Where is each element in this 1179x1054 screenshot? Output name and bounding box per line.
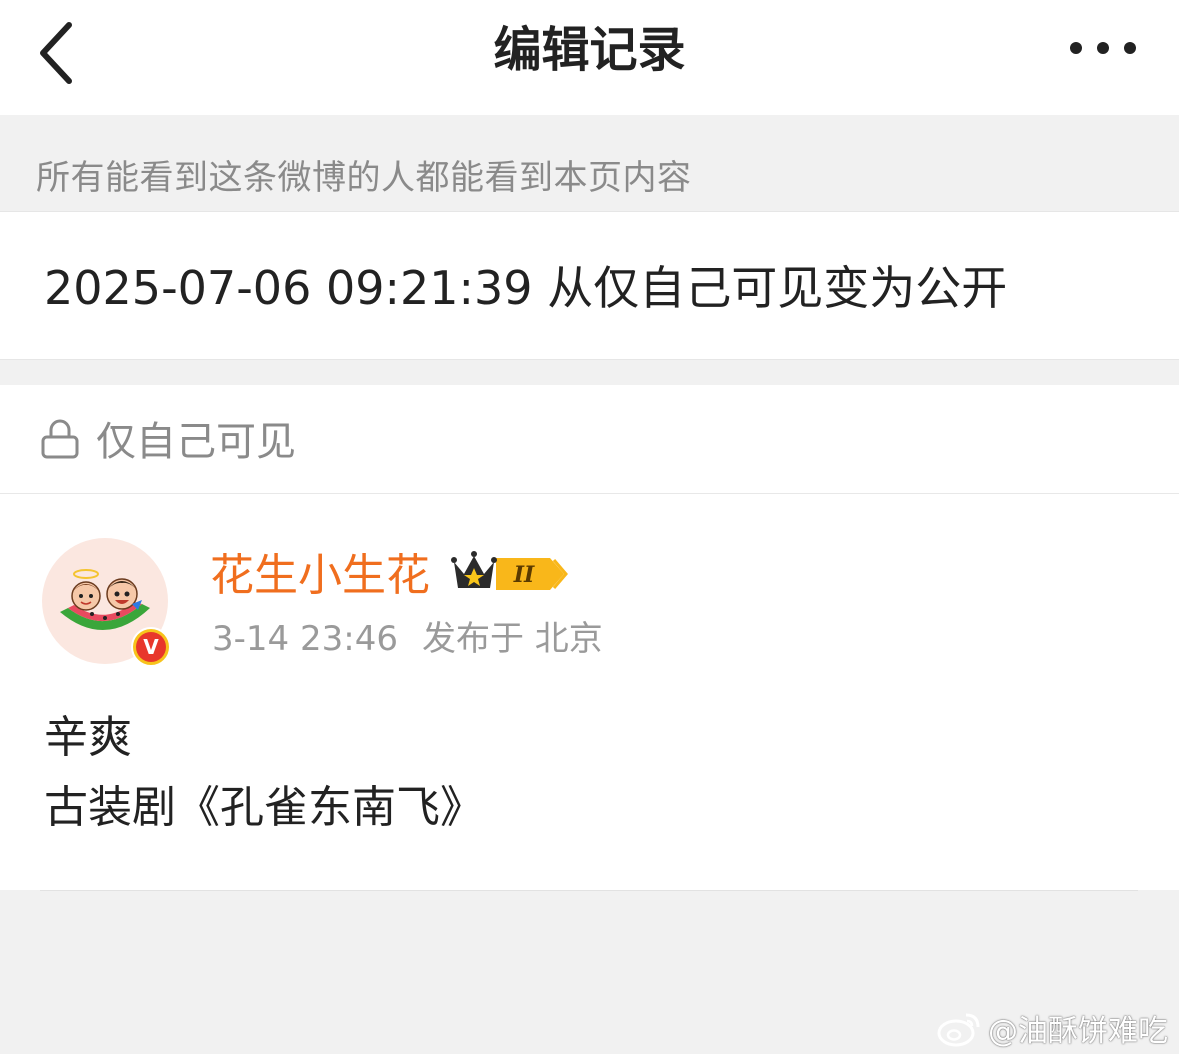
post-content-line: 辛爽 (44, 712, 132, 763)
more-horizontal-icon (1070, 42, 1136, 54)
record-timestamp: 2025-07-06 09:21:39 (44, 261, 533, 315)
record-description: 从仅自己可见变为公开 (547, 261, 1008, 315)
visibility-label: 仅自己可见 (96, 419, 296, 465)
vip-level: II (513, 562, 535, 588)
post-meta: 3-14 23:46 发布于 北京 (212, 614, 603, 664)
watermark: @油酥饼难吃 (936, 1004, 1168, 1052)
post-time: 3-14 23:46 (212, 619, 398, 659)
lock-icon (41, 419, 79, 459)
verified-badge: V (131, 627, 171, 667)
vip-crown-icon[interactable]: II (450, 548, 568, 596)
divider (40, 890, 1138, 891)
verified-mark: V (136, 632, 166, 662)
more-button[interactable] (1058, 28, 1148, 68)
weibo-logo-icon (937, 1013, 980, 1047)
post-content-line: 古装剧《孔雀东南飞》 (44, 782, 484, 833)
page-title: 编辑记录 (493, 22, 686, 78)
edit-record-text: 2025-07-06 09:21:39 从仅自己可见变为公开 (44, 258, 1007, 318)
watermark-text: @油酥饼难吃 (988, 1014, 1168, 1049)
post-location: 发布于 北京 (421, 619, 603, 659)
username[interactable]: 花生小生花 (210, 548, 430, 604)
notice-text: 所有能看到这条微博的人都能看到本页内容 (36, 158, 692, 198)
